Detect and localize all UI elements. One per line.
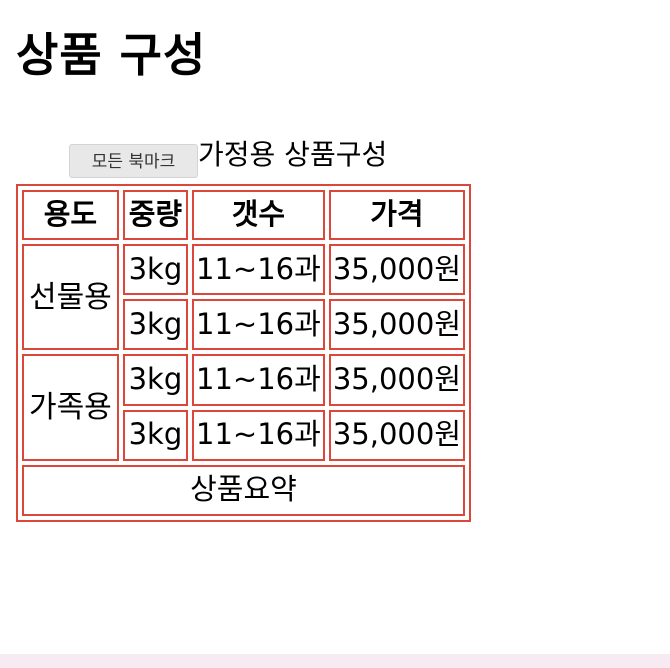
- bookmarks-tooltip: 모든 북마크: [69, 144, 198, 178]
- table-row: 선물용 3kg 11~16과 35,000원: [22, 244, 465, 351]
- header-count: 갯수: [192, 190, 325, 240]
- header-usage: 용도: [22, 190, 119, 240]
- table-caption: 가정용 상품구성: [198, 138, 388, 171]
- header-price: 가격: [328, 190, 465, 240]
- weight-cell: 3kg: [122, 299, 189, 351]
- price-cell: 35,000원: [328, 244, 465, 296]
- price-cell: 35,000원: [328, 354, 465, 406]
- group-name: 선물용: [22, 244, 119, 351]
- count-cell: 11~16과: [192, 409, 325, 461]
- header-weight: 중량: [122, 190, 189, 240]
- count-cell: 11~16과: [192, 244, 325, 296]
- price-cell: 35,000원: [328, 299, 465, 351]
- summary-cell: 상품요약: [22, 464, 465, 516]
- table-summary-row: 상품요약: [22, 464, 465, 516]
- page: 상품 구성 < 가정용 상품구성 모든 북마크 용도 중량 갯수 가격 선물용 …: [0, 0, 670, 668]
- count-cell: 11~16과: [192, 299, 325, 351]
- weight-cell: 3kg: [122, 354, 189, 406]
- price-cell: 35,000원: [328, 409, 465, 461]
- table-row: 가족용 3kg 11~16과 35,000원: [22, 354, 465, 461]
- weight-cell: 3kg: [122, 244, 189, 296]
- table-header-row: 용도 중량 갯수 가격: [22, 190, 465, 240]
- count-cell: 11~16과: [192, 354, 325, 406]
- group-name: 가족용: [22, 354, 119, 461]
- weight-cell: 3kg: [122, 409, 189, 461]
- product-table: 용도 중량 갯수 가격 선물용 3kg 11~16과 35,000원 3kg 1…: [16, 184, 471, 522]
- page-title: 상품 구성: [16, 28, 207, 82]
- bottom-strip: [0, 654, 670, 668]
